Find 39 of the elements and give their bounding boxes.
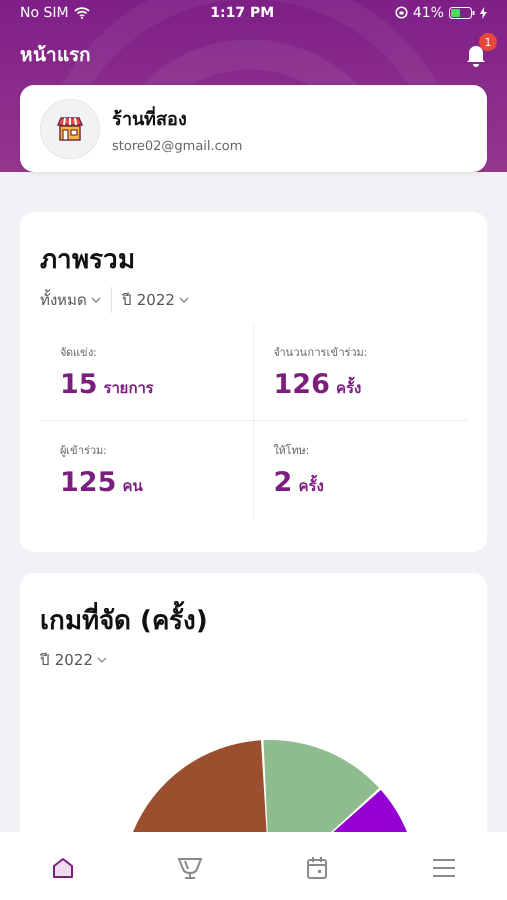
calendar-icon xyxy=(306,856,328,880)
carrier-label: No SIM xyxy=(20,4,69,21)
page-title: หน้าแรก xyxy=(20,43,91,68)
filter-dropdown[interactable]: ปี 2022 xyxy=(40,648,107,672)
notification-bell-button[interactable]: 1 xyxy=(465,33,497,68)
stat-label: จัดแข่ง: xyxy=(60,345,98,361)
battery-icon xyxy=(448,6,475,19)
store-card[interactable]: ร้านที่สอง store02@gmail.com xyxy=(20,85,487,172)
section-title: ภาพรวม xyxy=(40,244,136,277)
battery-percent: 41% xyxy=(412,4,444,21)
trophy-icon xyxy=(177,856,204,880)
stat-value: 126 xyxy=(274,369,330,400)
stat-label: ให้โทษ: xyxy=(274,443,310,459)
shop-icon xyxy=(56,114,84,143)
wifi-icon xyxy=(74,6,90,19)
rotation-lock-icon xyxy=(394,6,408,20)
stat-value: 125 xyxy=(60,467,116,498)
store-name: ร้านที่สอง xyxy=(112,104,242,133)
store-email: store02@gmail.com xyxy=(112,138,242,154)
stat-value: 15 xyxy=(60,369,98,400)
stat-unit: คน xyxy=(122,476,142,497)
stat-unit: ครั้ง xyxy=(336,376,361,400)
stat-value: 2 xyxy=(274,467,292,498)
notification-badge: 1 xyxy=(479,33,497,52)
chevron-down-icon xyxy=(178,297,189,303)
clock-time: 1:17 PM xyxy=(210,4,274,21)
section-title: เกมที่จัด (ครั้ง) xyxy=(40,599,467,640)
charging-bolt-icon xyxy=(480,6,487,19)
chevron-down-icon xyxy=(91,297,101,303)
bell-icon xyxy=(465,43,487,68)
menu-icon xyxy=(432,858,456,878)
stat-label: ผู้เข้าร่วม: xyxy=(60,443,108,459)
chevron-down-icon xyxy=(96,657,107,663)
stat-unit: รายการ xyxy=(104,378,154,399)
filter-dropdown[interactable]: ปี 2022 xyxy=(122,288,189,312)
filter-dropdown[interactable]: ทั้งหมด xyxy=(40,288,101,312)
stat-unit: ครั้ง xyxy=(298,474,324,498)
stat-label: จำนวนการเข้าร่วม: xyxy=(274,345,368,361)
home-icon xyxy=(51,856,76,880)
